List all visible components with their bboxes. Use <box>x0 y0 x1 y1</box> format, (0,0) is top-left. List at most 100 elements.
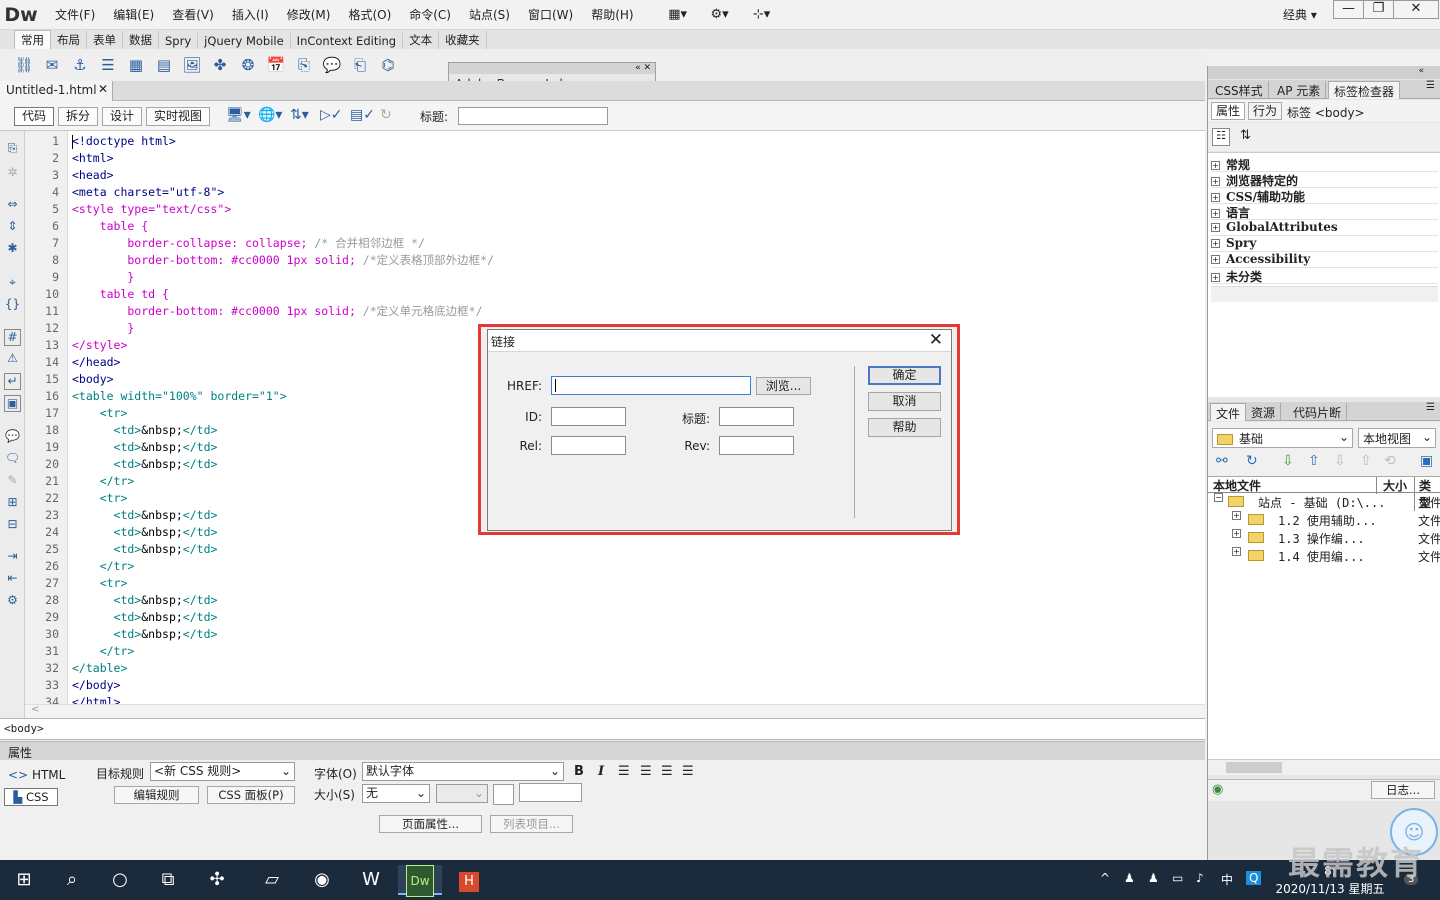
size-select[interactable]: 无 ⌄ <box>362 784 430 803</box>
page-properties-button[interactable]: 页面属性... <box>379 815 482 833</box>
script-icon[interactable]: ⌬ <box>374 56 402 74</box>
live-view-button[interactable]: 实时视图 <box>146 107 210 126</box>
widget-icon[interactable]: ❂ <box>234 56 262 74</box>
close-tab-icon[interactable]: ✕ <box>98 82 108 96</box>
code-line[interactable]: <tr> <box>72 490 128 507</box>
align-right-icon[interactable]: ☰ <box>661 764 673 779</box>
cancel-button[interactable]: 取消 <box>868 392 941 411</box>
file-row[interactable]: +1.2 使用辅助... 文件 <box>1208 511 1440 529</box>
file-row[interactable]: +1.4 使用编... 文件 <box>1208 547 1440 565</box>
link-title-input[interactable] <box>719 407 794 426</box>
minimize-button[interactable]: — <box>1333 0 1364 19</box>
code-line[interactable]: <td>&nbsp;</td> <box>72 507 218 524</box>
show-hidden-icons-icon[interactable]: ^ <box>1100 871 1110 885</box>
justify-icon[interactable]: ☰ <box>682 764 694 779</box>
html-mode-button[interactable]: <> HTML <box>8 768 65 782</box>
menu-window[interactable]: 窗口(W) <box>519 6 582 23</box>
code-line[interactable]: </style> <box>72 337 127 354</box>
align-left-icon[interactable]: ☰ <box>618 764 630 779</box>
show-code-navigator-icon[interactable]: ✲ <box>4 165 21 182</box>
css-mode-button[interactable]: ▙ CSS <box>4 788 58 806</box>
view-select[interactable]: 本地视图 ⌄ <box>1358 428 1436 448</box>
href-input[interactable] <box>551 376 751 395</box>
collapse-icon[interactable]: « ✕ <box>449 63 655 74</box>
site-select[interactable]: 基础 ⌄ <box>1212 428 1353 448</box>
code-line[interactable]: <td>&nbsp;</td> <box>72 609 218 626</box>
menu-file[interactable]: 文件(F) <box>46 6 104 23</box>
code-line[interactable]: border-collapse: collapse; /* 合并相邻边框 */ <box>72 235 425 252</box>
horizontal-scrollbar[interactable]: < <box>25 704 1205 718</box>
code-line[interactable]: <table width="100%" border="1"> <box>72 388 287 405</box>
scroll-left-icon[interactable]: < <box>31 704 39 715</box>
preview-browser-icon[interactable]: 🌐▾ <box>258 107 282 123</box>
code-line[interactable]: <head> <box>72 167 114 184</box>
code-line[interactable]: <style type="text/css"> <box>72 201 231 218</box>
panel-menu-icon[interactable]: ☰ <box>1426 80 1435 91</box>
code-line[interactable]: </table> <box>72 660 127 677</box>
code-line[interactable]: </tr> <box>72 558 135 575</box>
search-icon[interactable]: ⌕ <box>53 865 91 895</box>
code-line[interactable]: border-bottom: #cc0000 1px solid; /*定义单元… <box>72 303 482 320</box>
synchronize-icon[interactable]: ⟲ <box>1384 453 1396 469</box>
code-line[interactable]: </tr> <box>72 643 135 660</box>
highlight-invalid-code-icon[interactable]: ⚠ <box>4 351 21 368</box>
subtab-behaviors[interactable]: 行为 <box>1248 102 1283 120</box>
help-button[interactable]: 帮助 <box>868 418 941 437</box>
connect-icon[interactable]: ⚯ <box>1216 453 1228 469</box>
code-line[interactable]: <tr> <box>72 405 128 422</box>
email-link-icon[interactable]: ✉ <box>38 56 66 74</box>
code-line[interactable]: <td>&nbsp;</td> <box>72 524 218 541</box>
scroll-thumb[interactable] <box>1226 762 1282 773</box>
rev-input[interactable] <box>719 436 794 455</box>
head-icon[interactable]: ⎗ <box>346 56 374 74</box>
get-files-icon[interactable]: ⇩ <box>1282 453 1294 469</box>
qq-icon[interactable]: ♟ <box>1124 871 1135 885</box>
code-line[interactable]: <td>&nbsp;</td> <box>72 541 218 558</box>
menu-site[interactable]: 站点(S) <box>460 6 519 23</box>
panel-menu-icon[interactable]: ☰ <box>1426 402 1435 413</box>
code-line[interactable]: <body> <box>72 371 114 388</box>
category-view-icon[interactable]: ☷ <box>1212 128 1230 146</box>
menu-modify[interactable]: 修改(M) <box>278 6 340 23</box>
media-icon[interactable]: ✤ <box>206 56 234 74</box>
move-css-icon[interactable]: ⊟ <box>4 517 21 534</box>
tab-css-styles[interactable]: CSS样式 <box>1210 81 1269 99</box>
tab-files[interactable]: 文件 <box>1210 403 1247 421</box>
named-anchor-icon[interactable]: ⚓ <box>66 56 94 74</box>
menu-help[interactable]: 帮助(H) <box>582 6 642 23</box>
collapse-icon[interactable]: « <box>1208 66 1440 79</box>
target-rule-select[interactable]: <新 CSS 规则> ⌄ <box>150 762 295 781</box>
design-view-button[interactable]: 设计 <box>102 107 142 126</box>
code-line[interactable]: table { <box>72 218 148 235</box>
chrome-icon[interactable]: ◉ <box>303 865 341 895</box>
comment-icon[interactable]: 💬 <box>318 56 346 74</box>
close-icon[interactable]: ✕ <box>929 330 943 350</box>
code-line[interactable]: } <box>72 320 134 337</box>
check-in-icon[interactable]: ⇧ <box>1360 453 1372 469</box>
select-parent-tag-icon[interactable]: ⌖ <box>4 275 21 292</box>
network-tray-icon[interactable]: ▭ <box>1172 871 1183 885</box>
code-line[interactable]: </body> <box>72 677 120 694</box>
document-tab[interactable]: Untitled-1.html ✕ <box>0 81 113 101</box>
category-browser-specific[interactable]: + 浏览器特定的 <box>1211 172 1438 188</box>
check-browser-icon[interactable]: ▤✓ <box>350 107 375 123</box>
attribute-edit-row[interactable] <box>1211 286 1438 302</box>
size-unit-select[interactable]: ⌄ <box>436 784 488 803</box>
date-icon[interactable]: 📅 <box>262 56 290 74</box>
color-input[interactable] <box>519 783 582 802</box>
check-out-icon[interactable]: ⇩ <box>1334 453 1346 469</box>
column-local-files[interactable]: 本地文件 <box>1213 477 1261 494</box>
tab-text[interactable]: 文本 <box>403 31 440 49</box>
line-numbers-icon[interactable]: # <box>4 329 21 346</box>
put-files-icon[interactable]: ⇧ <box>1308 453 1320 469</box>
dreamweaver-taskbar-icon[interactable]: Dw <box>398 865 442 897</box>
code-line[interactable]: } <box>72 269 134 286</box>
restore-button[interactable]: ❐ <box>1363 0 1394 19</box>
open-documents-icon[interactable]: ⎘ <box>4 141 21 158</box>
category-global-attributes[interactable]: + GlobalAttributes <box>1211 220 1438 236</box>
code-line[interactable]: <td>&nbsp;</td> <box>72 439 218 456</box>
task-view-icon[interactable]: ⧉ <box>149 865 187 895</box>
workspace-switcher[interactable]: 经典 ▾ <box>1283 6 1317 23</box>
split-view-button[interactable]: 拆分 <box>58 107 98 126</box>
notes-app-icon[interactable]: ▱ <box>253 865 291 895</box>
